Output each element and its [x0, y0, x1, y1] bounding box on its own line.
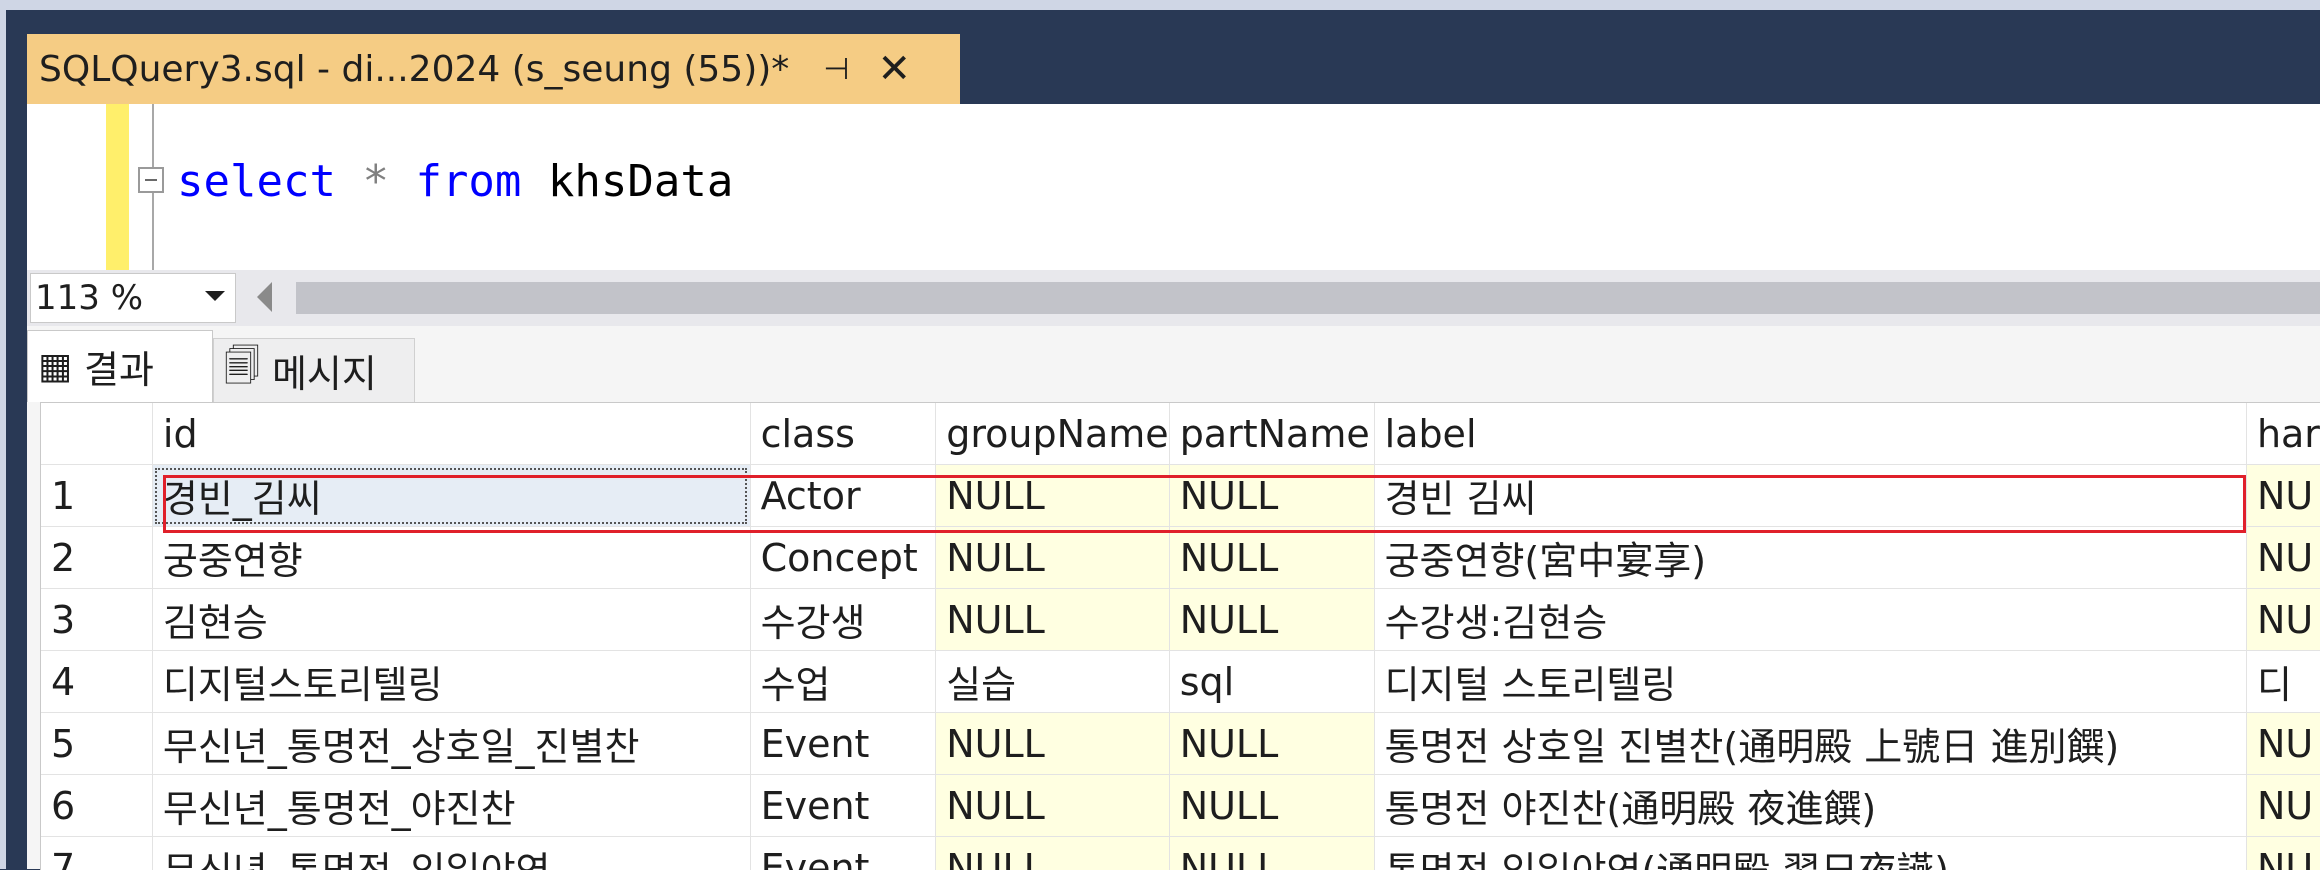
cell-class[interactable]: 수강생 — [750, 589, 936, 651]
cell-partname[interactable]: NULL — [1169, 775, 1374, 837]
cell-id[interactable]: 무신년_통명전_야진찬 — [152, 775, 750, 837]
close-icon[interactable]: ✕ — [877, 49, 911, 89]
code-line[interactable]: select * from khsData — [177, 156, 733, 207]
cell-id[interactable]: 경빈_김씨 — [152, 465, 750, 527]
cell-label[interactable]: 통명전 익일야연(通明殿 翌日夜讌) — [1374, 837, 2246, 870]
cell-extra[interactable]: NU — [2246, 589, 2320, 651]
column-header[interactable]: class — [750, 403, 936, 465]
cell-groupname[interactable]: NULL — [936, 527, 1169, 589]
cell-partname[interactable]: NULL — [1169, 465, 1374, 527]
cell-partname[interactable]: NULL — [1169, 527, 1374, 589]
pin-icon[interactable]: ⊣ — [823, 52, 849, 87]
cell-groupname[interactable]: NULL — [936, 775, 1169, 837]
cell-groupname[interactable]: NULL — [936, 589, 1169, 651]
row-number[interactable]: 5 — [41, 713, 152, 775]
zoom-value: 113 % — [35, 278, 143, 318]
column-header[interactable]: groupName — [936, 403, 1169, 465]
cell-groupname[interactable]: 실습 — [936, 651, 1169, 713]
table-row[interactable]: 1경빈_김씨ActorNULLNULL경빈 김씨NU — [41, 465, 2320, 527]
cell-id[interactable]: 궁중연향 — [152, 527, 750, 589]
cell-label[interactable]: 디지털 스토리텔링 — [1374, 651, 2246, 713]
cell-groupname[interactable]: NULL — [936, 713, 1169, 775]
cell-class[interactable]: Event — [750, 713, 936, 775]
cell-extra[interactable]: NU — [2246, 775, 2320, 837]
cell-extra[interactable]: NU — [2246, 837, 2320, 870]
row-number[interactable]: 1 — [41, 465, 152, 527]
tab-messages[interactable]: 🗐 메시지 — [213, 338, 415, 402]
column-header[interactable]: har — [2246, 403, 2320, 465]
column-header[interactable]: partName — [1169, 403, 1374, 465]
cell-extra[interactable]: NU — [2246, 465, 2320, 527]
horizontal-scrollbar[interactable] — [296, 282, 2320, 314]
cell-id[interactable]: 디지털스토리텔링 — [152, 651, 750, 713]
column-header[interactable]: label — [1374, 403, 2246, 465]
cell-partname[interactable]: NULL — [1169, 713, 1374, 775]
cell-id[interactable]: 김현승 — [152, 589, 750, 651]
cell-groupname[interactable]: NULL — [936, 465, 1169, 527]
tab-results-label: 결과 — [84, 339, 154, 394]
cell-class[interactable]: Concept — [750, 527, 936, 589]
messages-icon: 🗐 — [224, 340, 260, 401]
cell-label[interactable]: 궁중연향(宮中宴享) — [1374, 527, 2246, 589]
cell-label[interactable]: 경빈 김씨 — [1374, 465, 2246, 527]
zoom-dropdown[interactable]: 113 % — [30, 273, 236, 323]
row-number[interactable]: 4 — [41, 651, 152, 713]
table-row[interactable]: 4디지털스토리텔링수업실습sql디지털 스토리텔링디 — [41, 651, 2320, 713]
table-name: khsData — [548, 156, 733, 207]
collapse-icon[interactable] — [138, 167, 164, 193]
scroll-left-icon[interactable] — [257, 282, 272, 312]
query-editor[interactable]: select * from khsData — [27, 104, 2320, 270]
cell-id[interactable]: 무신년_통명전_익일야연 — [152, 837, 750, 870]
cell-class[interactable]: Actor — [750, 465, 936, 527]
cell-class[interactable]: 수업 — [750, 651, 936, 713]
results-grid[interactable]: id class groupName partName label har 1경… — [40, 402, 2320, 870]
document-tab-title[interactable]: SQLQuery3.sql - di...2024 (s_seung (55))… — [39, 49, 789, 90]
grid-icon: ▦ — [38, 346, 72, 387]
table-row[interactable]: 5무신년_통명전_상호일_진별찬EventNULLNULL통명전 상호일 진별찬… — [41, 713, 2320, 775]
cell-extra[interactable]: NU — [2246, 527, 2320, 589]
change-tracking-bar — [106, 104, 129, 270]
tab-results[interactable]: ▦ 결과 — [27, 330, 213, 402]
row-number[interactable]: 7 — [41, 837, 152, 870]
keyword-select: select — [177, 156, 336, 207]
chevron-down-icon[interactable] — [205, 291, 225, 301]
cell-class[interactable]: Event — [750, 775, 936, 837]
cell-label[interactable]: 통명전 상호일 진별찬(通明殿 上號日 進別饌) — [1374, 713, 2246, 775]
table-row[interactable]: 2궁중연향ConceptNULLNULL궁중연향(宮中宴享)NU — [41, 527, 2320, 589]
cell-label[interactable]: 통명전 야진찬(通明殿 夜進饌) — [1374, 775, 2246, 837]
cell-partname[interactable]: NULL — [1169, 837, 1374, 870]
cell-class[interactable]: Event — [750, 837, 936, 870]
document-tab[interactable]: SQLQuery3.sql - di...2024 (s_seung (55))… — [27, 34, 960, 104]
window-frame-top — [0, 0, 2320, 10]
header-corner[interactable] — [41, 403, 152, 465]
cell-label[interactable]: 수강생:김현승 — [1374, 589, 2246, 651]
cell-partname[interactable]: NULL — [1169, 589, 1374, 651]
keyword-from: from — [415, 156, 521, 207]
row-number[interactable]: 6 — [41, 775, 152, 837]
table-row[interactable]: 7무신년_통명전_익일야연EventNULLNULL통명전 익일야연(通明殿 翌… — [41, 837, 2320, 870]
tab-messages-label: 메시지 — [272, 343, 377, 398]
row-number[interactable]: 2 — [41, 527, 152, 589]
grid-header-row: id class groupName partName label har — [41, 403, 2320, 465]
cell-partname[interactable]: sql — [1169, 651, 1374, 713]
table-row[interactable]: 3김현승수강생NULLNULL수강생:김현승NU — [41, 589, 2320, 651]
operator-star: * — [362, 156, 389, 207]
cell-extra[interactable]: 디 — [2246, 651, 2320, 713]
cell-id[interactable]: 무신년_통명전_상호일_진별찬 — [152, 713, 750, 775]
cell-groupname[interactable]: NULL — [936, 837, 1169, 870]
cell-extra[interactable]: NU — [2246, 713, 2320, 775]
column-header[interactable]: id — [152, 403, 750, 465]
table-row[interactable]: 6무신년_통명전_야진찬EventNULLNULL통명전 야진찬(通明殿 夜進饌… — [41, 775, 2320, 837]
window-frame-left — [0, 10, 6, 869]
row-number[interactable]: 3 — [41, 589, 152, 651]
